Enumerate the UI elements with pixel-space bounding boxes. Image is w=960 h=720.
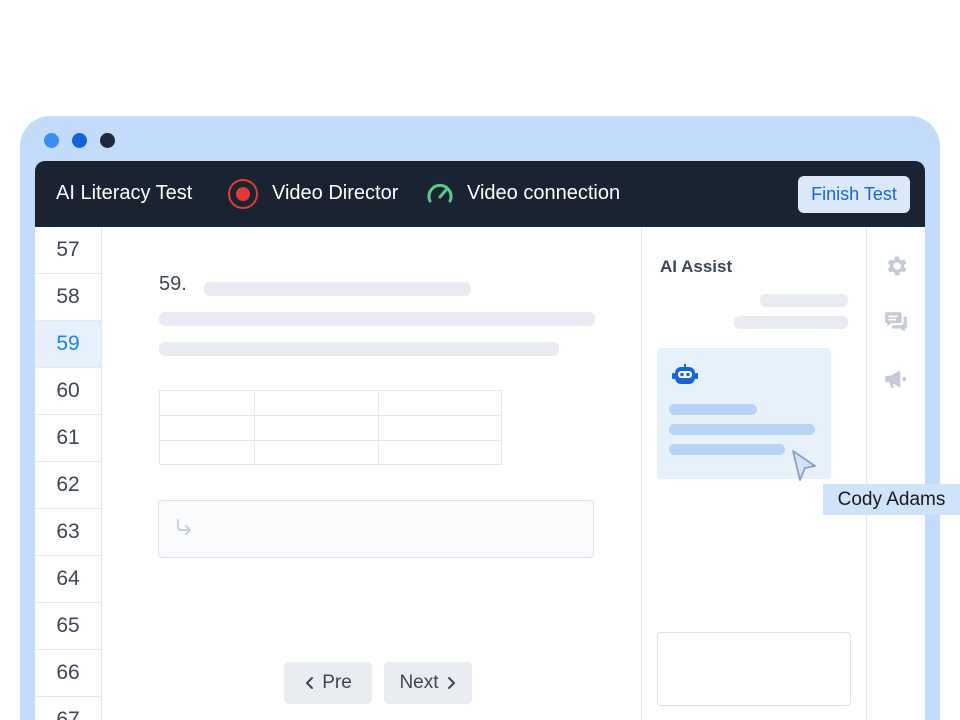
question-nav-item-65[interactable]: 65 <box>35 603 101 650</box>
finish-test-button[interactable]: Finish Test <box>798 176 910 213</box>
window-dot-blue[interactable] <box>44 133 59 148</box>
assist-input[interactable] <box>657 632 851 706</box>
chevron-left-icon <box>306 677 314 689</box>
question-nav-item-61[interactable]: 61 <box>35 415 101 462</box>
question-nav-item-57[interactable]: 57 <box>35 227 101 274</box>
question-nav-item-63[interactable]: 63 <box>35 509 101 556</box>
user-message-placeholder <box>760 294 848 307</box>
video-director-label: Video Director <box>272 182 399 204</box>
video-connection-label: Video connection <box>467 182 621 204</box>
next-label: Next <box>399 672 439 693</box>
record-icon <box>228 179 258 209</box>
app-window: AI Literacy Test Video Director Video co… <box>35 161 925 720</box>
next-button[interactable]: Next <box>384 662 472 704</box>
chat-icon[interactable] <box>883 309 909 335</box>
question-nav-item-59[interactable]: 59 <box>35 321 101 368</box>
test-title: AI Literacy Test <box>56 182 193 204</box>
question-nav-item-66[interactable]: 66 <box>35 650 101 697</box>
robot-icon <box>672 364 698 384</box>
side-icon-bar <box>868 227 925 720</box>
ai-assist-panel: AI Assist <box>641 227 867 720</box>
previous-button[interactable]: Pre <box>284 662 372 704</box>
gear-icon[interactable] <box>883 253 909 279</box>
gauge-icon <box>427 183 453 203</box>
question-text-placeholder <box>204 282 471 296</box>
window-dot-dark-blue[interactable] <box>72 133 87 148</box>
user-message-placeholder <box>734 316 848 329</box>
question-nav-item-64[interactable]: 64 <box>35 556 101 603</box>
window-dot-black[interactable] <box>100 133 115 148</box>
user-cursor-label: Cody Adams <box>823 484 960 515</box>
cursor-pointer-icon <box>792 450 816 481</box>
question-number: 59. <box>159 273 187 295</box>
question-panel: 59. Pre Next <box>103 227 641 720</box>
ai-assist-title: AI Assist <box>660 257 733 276</box>
question-nav-item-62[interactable]: 62 <box>35 462 101 509</box>
question-table <box>159 390 502 465</box>
question-nav-item-58[interactable]: 58 <box>35 274 101 321</box>
megaphone-icon[interactable] <box>883 366 909 392</box>
question-text-placeholder <box>159 312 595 326</box>
question-nav-item-60[interactable]: 60 <box>35 368 101 415</box>
answer-input[interactable] <box>158 500 594 558</box>
previous-label: Pre <box>322 672 352 693</box>
question-nav-item-67[interactable]: 67 <box>35 697 101 720</box>
question-navigator: 57 58 59 60 61 62 63 64 65 66 67 <box>35 227 102 720</box>
chevron-right-icon <box>447 677 455 689</box>
question-text-placeholder <box>159 342 559 356</box>
reply-arrow-icon <box>177 519 191 535</box>
top-bar: AI Literacy Test Video Director Video co… <box>35 161 925 227</box>
